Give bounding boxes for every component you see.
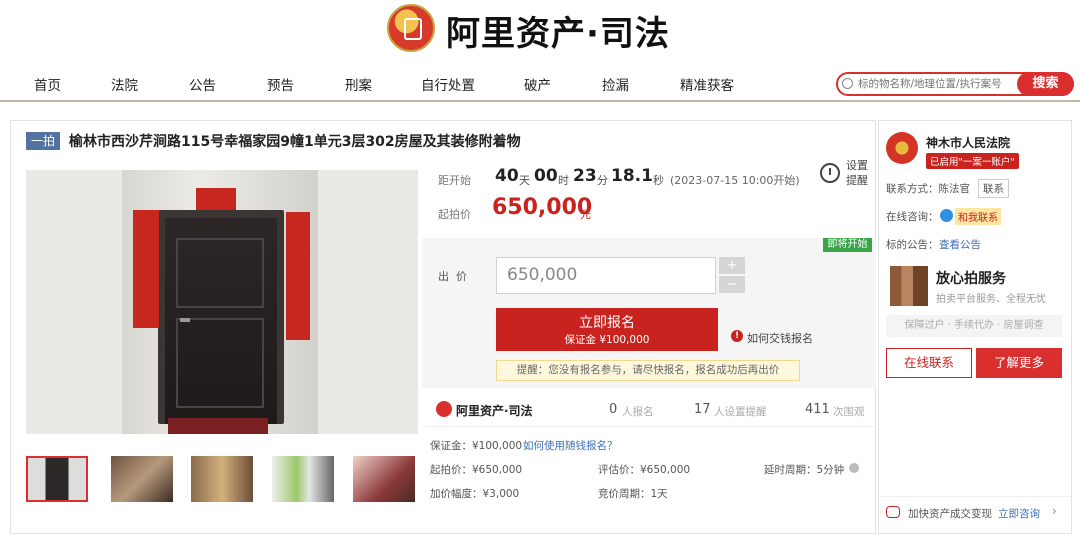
signup-label: 立即报名 [579,315,635,331]
bid-decrease-button[interactable]: − [719,276,745,293]
chat-icon[interactable] [940,209,953,222]
photo-door-panel [176,318,264,408]
bid-label: 出 价 [438,270,467,283]
help-icon[interactable] [849,463,859,473]
service-features: 保障过户 · 手续代办 · 房屋调查 [886,315,1062,337]
search-button[interactable]: 搜索 [1017,72,1074,96]
divider [878,496,1072,497]
thumbnail-3[interactable] [191,456,253,502]
countdown-hours: 00 [534,166,558,186]
appraisal-info: 评估价：¥650,000 [598,464,691,476]
photo-door-handle [180,318,190,322]
promo-text: 加快资产成交变现 [908,508,992,520]
service-title: 放心拍服务 [936,271,1006,287]
divider [422,426,876,427]
building-icon [890,266,928,306]
photo-couplet-right [286,212,310,340]
photo-banner [196,188,236,210]
reminders-count: 17 [694,402,711,417]
view-notice-link[interactable]: 查看公告 [939,237,981,252]
court-tag: 已启用"一案一账户" [926,153,1019,169]
brand-logo-icon [436,401,452,417]
nav-item-bankruptcy[interactable]: 破产 [524,74,551,94]
consult-label: 在线咨询： [886,211,939,223]
notice-label: 标的公告： [886,239,939,251]
deposit-help-link[interactable]: 如何使用随钱报名？ [523,438,618,453]
chevron-right-icon[interactable]: › [1052,504,1057,518]
increment-info: 加价幅度：¥3,000 [430,488,520,500]
signup-deposit: 保证金 ¥100,000 [564,334,650,346]
listing-title: 榆林市西沙芹涧路115号幸福家园9幢1单元3层302房屋及其装修附着物 [69,134,521,150]
countdown-days: 40 [495,166,519,186]
learn-more-button[interactable]: 了解更多 [976,348,1062,378]
start-price-info: 起拍价：¥650,000 [430,464,523,476]
info-icon: ! [731,330,743,342]
service-desc: 拍卖平台服务、全程无忧 [936,294,1046,305]
thumbnail-4[interactable] [272,456,334,502]
countdown-seconds: 18.1 [611,166,653,186]
nav-item-criminal[interactable]: 刑案 [345,74,372,94]
nav-item-preview[interactable]: 预告 [267,74,294,94]
countdown-minutes-unit: 分 [597,174,608,187]
nav-item-court[interactable]: 法院 [111,74,138,94]
photo-floor-mat [168,418,268,434]
auction-round-badge: 一拍 [26,132,60,150]
thumbnail-2[interactable] [111,456,173,502]
nav-item-bargain[interactable]: 捡漏 [602,74,629,94]
start-price-label: 起拍价 [438,208,471,221]
nav-item-notice[interactable]: 公告 [189,74,216,94]
court-emblem-logo-icon [387,4,435,52]
nav-item-self-disposal[interactable]: 自行处置 [421,74,475,94]
nav-item-precise-leads[interactable]: 精准获客 [680,74,734,94]
site-logo[interactable]: 阿里资产·司法 [446,6,670,55]
handshake-icon [886,506,900,518]
stats-brand: 阿里资产·司法 [456,404,533,418]
bid-increase-button[interactable]: + [719,257,745,274]
clock-hand [829,168,831,175]
delay-info: 延时周期：5分钟 [764,464,845,476]
deposit-info: 保证金：¥100,000 [430,440,523,452]
set-reminder-label-1[interactable]: 设置 [846,157,868,173]
status-badge: 即将开始 [823,238,872,252]
photo-couplet-left [133,210,159,328]
how-to-pay-link[interactable]: 如何交钱报名 [747,330,813,346]
countdown-seconds-unit: 秒 [653,174,664,187]
search-input[interactable] [858,75,1016,93]
start-price-value: 650,000 [492,195,593,220]
signups-count: 0 [609,402,618,417]
countdown-start-time: (2023-07-15 10:00开始) [670,174,800,187]
start-price-unit: 元 [580,208,591,221]
thumbnail-5[interactable] [353,456,415,502]
contact-button[interactable]: 联系 [978,179,1009,198]
court-emblem-icon [886,132,918,164]
nav-item-home[interactable]: 首页 [34,74,61,94]
countdown-hours-unit: 时 [558,174,569,187]
court-name[interactable]: 神木市人民法院 [926,134,1010,151]
views-count: 411 [805,402,830,417]
signup-button[interactable]: 立即报名 保证金 ¥100,000 [496,308,718,351]
auction-period-info: 竞价周期：1天 [598,488,668,500]
views-label: 次围观 [833,406,865,418]
bid-price-input[interactable]: 650,000 [496,257,716,294]
set-reminder-label-2[interactable]: 提醒 [846,172,868,188]
countdown-label: 距开始 [438,174,471,187]
signups-label: 人报名 [622,406,654,418]
consult-button[interactable]: 和我联系 [955,208,1001,225]
search-icon [842,78,853,89]
reminders-label: 人设置提醒 [714,406,767,418]
consult-now-link[interactable]: 立即咨询 [998,506,1040,521]
countdown-days-unit: 天 [519,174,530,187]
reminder-notice: 提醒：您没有报名参与，请尽快报名，报名成功后再出价 [496,360,800,381]
countdown-minutes: 23 [573,166,597,186]
photo-door-panel [176,238,264,308]
contact-label: 联系方式：陈法官 [886,183,970,195]
online-contact-button[interactable]: 在线联系 [886,348,972,378]
thumbnail-1[interactable] [26,456,88,502]
